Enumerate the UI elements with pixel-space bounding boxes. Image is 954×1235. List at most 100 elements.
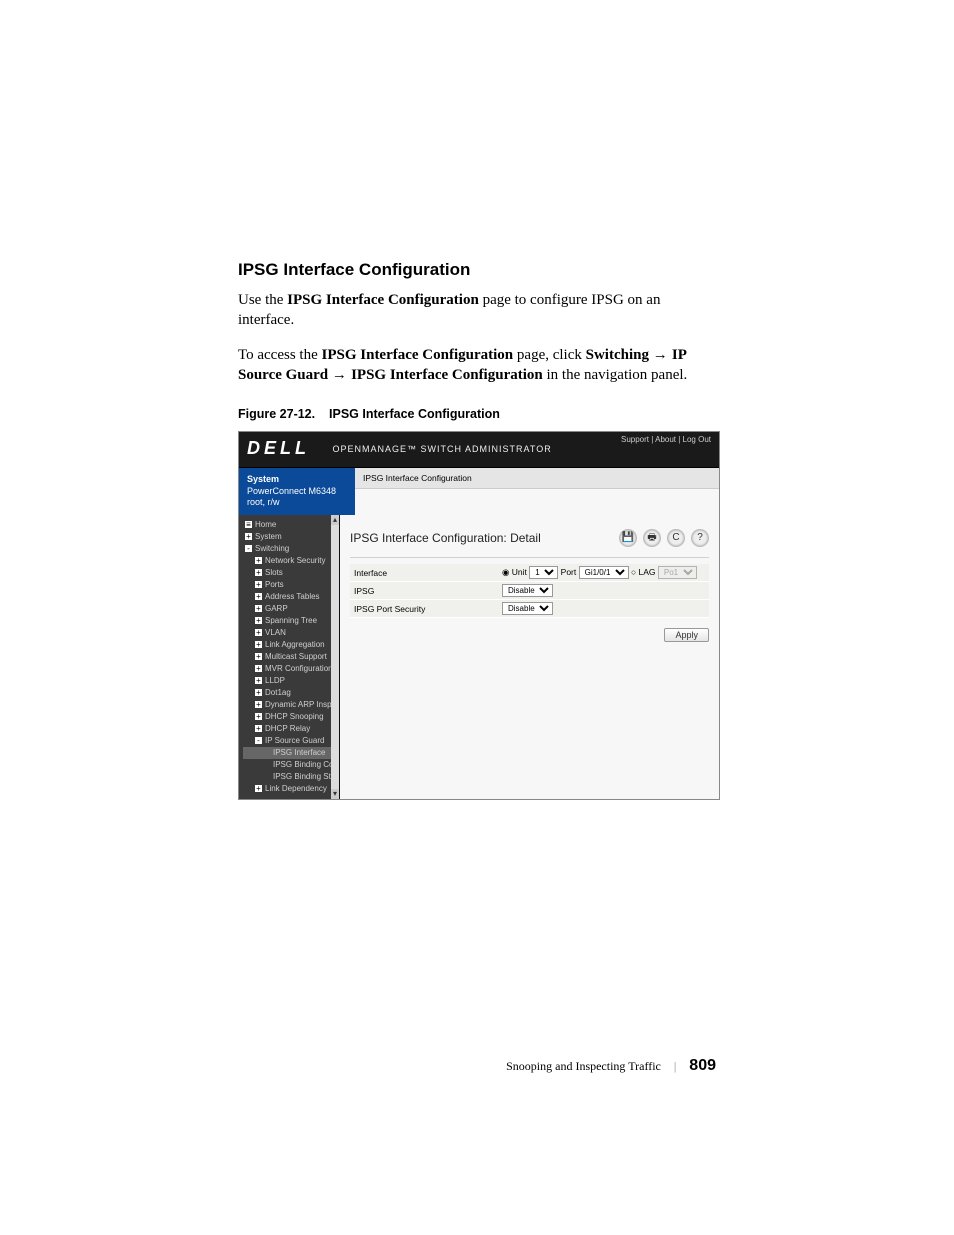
sidebar-item[interactable]: +VLAN — [243, 627, 339, 639]
sidebar-item[interactable]: +Ports — [243, 579, 339, 591]
save-icon[interactable]: 💾 — [619, 529, 637, 547]
plus-icon[interactable]: + — [255, 785, 262, 792]
sidebar-item[interactable]: IPSG Binding St — [243, 771, 339, 783]
minus-icon[interactable]: - — [255, 737, 262, 744]
minus-icon[interactable]: - — [245, 545, 252, 552]
lag-select[interactable]: Po1 — [658, 566, 697, 579]
content-area: IPSG Interface Configuration: Detail 💾 🖶… — [340, 515, 719, 799]
sidebar-item-label: Slots — [265, 568, 283, 577]
sidebar-item[interactable]: IPSG Binding Co — [243, 759, 339, 771]
sidebar-item[interactable]: +Dot1ag — [243, 687, 339, 699]
sidebar-item-label: Dynamic ARP Inspec — [265, 700, 339, 709]
refresh-icon[interactable]: C — [667, 529, 685, 547]
sidebar-item[interactable]: +Link Aggregation — [243, 639, 339, 651]
sys-line3: root, r/w — [247, 497, 280, 507]
header-links[interactable]: Support | About | Log Out — [621, 435, 711, 444]
sidebar-item[interactable]: +GARP — [243, 603, 339, 615]
unit-label: Unit — [512, 567, 527, 577]
access-b4: IPSG Interface Configuration — [351, 367, 543, 383]
plus-icon[interactable]: + — [255, 653, 262, 660]
sidebar-scrollbar[interactable]: ▴ ▾ — [331, 515, 339, 799]
unit-select[interactable]: 1 — [529, 566, 558, 579]
sidebar-item[interactable]: +LLDP — [243, 675, 339, 687]
sidebar-item-label: IP Source Guard — [265, 736, 324, 745]
footer-separator: | — [674, 1059, 676, 1073]
sidebar-item[interactable]: +Address Tables — [243, 591, 339, 603]
arrow-1: → — [653, 346, 672, 363]
plus-icon[interactable]: + — [245, 533, 252, 540]
intro-bold-page: IPSG Interface Configuration — [287, 292, 479, 308]
detail-title: IPSG Interface Configuration: Detail — [350, 531, 541, 545]
sidebar-item[interactable]: +MVR Configuration — [243, 663, 339, 675]
sidebar-item[interactable]: -Switching — [243, 543, 339, 555]
access-paragraph: To access the IPSG Interface Configurati… — [238, 345, 716, 386]
sidebar-item[interactable]: +System — [243, 531, 339, 543]
ipsg-port-security-row: IPSG Port Security Disable — [350, 600, 709, 618]
print-icon[interactable]: 🖶 — [643, 529, 661, 547]
lag-radio[interactable]: ○ LAG — [631, 567, 656, 577]
ipsg-label: IPSG — [350, 582, 498, 600]
apply-button[interactable]: Apply — [664, 628, 709, 642]
lag-label: LAG — [639, 567, 656, 577]
figure-label: Figure 27-12. — [238, 407, 315, 421]
plus-icon[interactable]: + — [255, 581, 262, 588]
plus-icon[interactable]: + — [255, 617, 262, 624]
sidebar-item-label: GARP — [265, 604, 288, 613]
sidebar-item[interactable]: +Slots — [243, 567, 339, 579]
home-icon[interactable]: ≡ — [245, 521, 252, 528]
port-select[interactable]: Gi1/0/1 — [579, 566, 629, 579]
scroll-down-icon[interactable]: ▾ — [331, 789, 339, 799]
ipsg-ps-select[interactable]: Disable — [502, 602, 553, 615]
system-info-box: System PowerConnect M6348 root, r/w — [239, 468, 355, 515]
sidebar-item-label: Switching — [255, 544, 289, 553]
plus-icon[interactable]: + — [255, 641, 262, 648]
sidebar-item[interactable]: +DHCP Relay — [243, 723, 339, 735]
sidebar-item[interactable]: +Link Dependency — [243, 783, 339, 795]
sys-line1: System — [247, 474, 279, 484]
sidebar-item[interactable]: -IP Source Guard — [243, 735, 339, 747]
sidebar-item[interactable]: +DHCP Snooping — [243, 711, 339, 723]
sidebar-item[interactable]: ≡Home — [243, 519, 339, 531]
sidebar-item-label: DHCP Snooping — [265, 712, 324, 721]
arrow-2: → — [332, 366, 351, 383]
figure-title: IPSG Interface Configuration — [329, 407, 500, 421]
sidebar-item-label: Ports — [265, 580, 284, 589]
ipsg-select[interactable]: Disable — [502, 584, 553, 597]
plus-icon[interactable]: + — [255, 605, 262, 612]
access-tail: in the navigation panel. — [546, 367, 687, 383]
plus-icon[interactable]: + — [255, 713, 262, 720]
sidebar-item-label: Home — [255, 520, 276, 529]
help-icon[interactable]: ? — [691, 529, 709, 547]
unit-radio[interactable]: ◉ Unit — [502, 567, 527, 577]
sidebar-item-label: Multicast Support — [265, 652, 327, 661]
plus-icon[interactable]: + — [255, 701, 262, 708]
access-mid: page, click — [517, 347, 586, 363]
plus-icon[interactable]: + — [255, 725, 262, 732]
access-b2: Switching — [586, 347, 649, 363]
sidebar-item[interactable]: IPSG Interface — [243, 747, 339, 759]
sidebar-item-label: System — [255, 532, 282, 541]
plus-icon[interactable]: + — [255, 569, 262, 576]
plus-icon[interactable]: + — [255, 689, 262, 696]
figure-caption: Figure 27-12. IPSG Interface Configurati… — [238, 407, 716, 421]
scroll-up-icon[interactable]: ▴ — [331, 515, 339, 525]
sidebar-item-label: IPSG Binding Co — [273, 760, 333, 769]
breadcrumb: IPSG Interface Configuration — [355, 468, 719, 489]
sidebar-item[interactable]: +Network Security — [243, 555, 339, 567]
sidebar-item-label: IPSG Binding St — [273, 772, 331, 781]
sidebar-item-label: DHCP Relay — [265, 724, 310, 733]
sidebar-item[interactable]: +Spanning Tree — [243, 615, 339, 627]
sidebar-item-label: LLDP — [265, 676, 285, 685]
ipsg-row: IPSG Disable — [350, 582, 709, 600]
sidebar-item[interactable]: +Multicast Support — [243, 651, 339, 663]
plus-icon[interactable]: + — [255, 557, 262, 564]
sidebar-item[interactable]: +Dynamic ARP Inspec — [243, 699, 339, 711]
sidebar-item-label: Link Dependency — [265, 784, 327, 793]
footer-section: Snooping and Inspecting Traffic — [506, 1059, 661, 1073]
plus-icon[interactable]: + — [255, 677, 262, 684]
nav-sidebar[interactable]: ≡Home+System-Switching+Network Security+… — [239, 515, 340, 799]
plus-icon[interactable]: + — [255, 593, 262, 600]
plus-icon[interactable]: + — [255, 629, 262, 636]
plus-icon[interactable]: + — [255, 665, 262, 672]
section-heading: IPSG Interface Configuration — [238, 260, 716, 280]
